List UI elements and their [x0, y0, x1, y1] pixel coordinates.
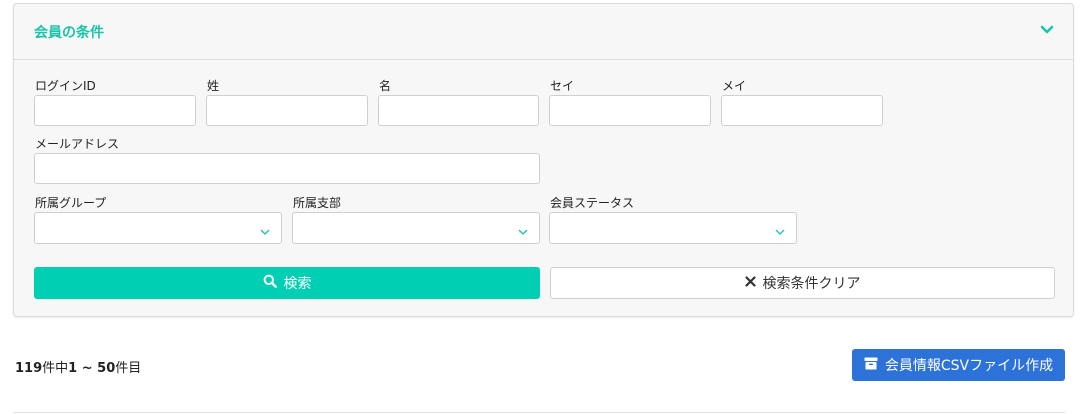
last-name-label: 姓	[207, 79, 220, 93]
chevron-down-icon	[259, 223, 271, 235]
first-name-input[interactable]	[378, 95, 539, 126]
chevron-down-icon	[774, 223, 786, 235]
result-range-suffix: 件目	[115, 361, 142, 376]
last-name-kana-input[interactable]	[549, 95, 711, 126]
clear-conditions-button[interactable]: 検索条件クリア	[550, 267, 1055, 299]
login-id-label: ログインID	[35, 79, 96, 93]
result-count: 119件中1 ~ 50件目	[15, 357, 141, 376]
member-conditions-panel: 会員の条件 ログインID 姓 名 セイ メイ メールアドレス 所属グループ 所属…	[13, 3, 1074, 317]
close-icon	[744, 275, 756, 291]
first-name-kana-input[interactable]	[721, 95, 883, 126]
result-range: 1 ~ 50	[68, 361, 116, 376]
divider	[13, 412, 1065, 413]
last-name-kana-label: セイ	[550, 79, 575, 93]
panel-header[interactable]: 会員の条件	[14, 4, 1073, 60]
csv-button-label: 会員情報CSVファイル作成	[884, 358, 1054, 374]
search-button[interactable]: 検索	[34, 267, 540, 299]
group-select[interactable]	[34, 212, 282, 244]
create-csv-button[interactable]: 会員情報CSVファイル作成	[852, 349, 1065, 381]
email-label: メールアドレス	[35, 137, 120, 151]
first-name-kana-label: メイ	[722, 79, 747, 93]
chevron-down-icon[interactable]	[1039, 22, 1055, 38]
search-button-label: 検索	[283, 276, 312, 292]
status-label: 会員ステータス	[550, 196, 635, 210]
branch-label: 所属支部	[293, 196, 342, 210]
archive-icon	[864, 357, 878, 374]
status-select[interactable]	[549, 212, 797, 244]
last-name-input[interactable]	[206, 95, 368, 126]
email-input[interactable]	[34, 153, 540, 184]
result-total: 119	[15, 361, 43, 376]
result-total-suffix: 件中	[42, 361, 69, 376]
chevron-down-icon	[517, 223, 529, 235]
search-icon	[263, 274, 277, 292]
group-label: 所属グループ	[35, 196, 107, 210]
login-id-input[interactable]	[34, 95, 196, 126]
branch-select[interactable]	[292, 212, 540, 244]
panel-title: 会員の条件	[34, 25, 104, 41]
clear-button-label: 検索条件クリア	[762, 276, 861, 292]
first-name-label: 名	[379, 79, 392, 93]
